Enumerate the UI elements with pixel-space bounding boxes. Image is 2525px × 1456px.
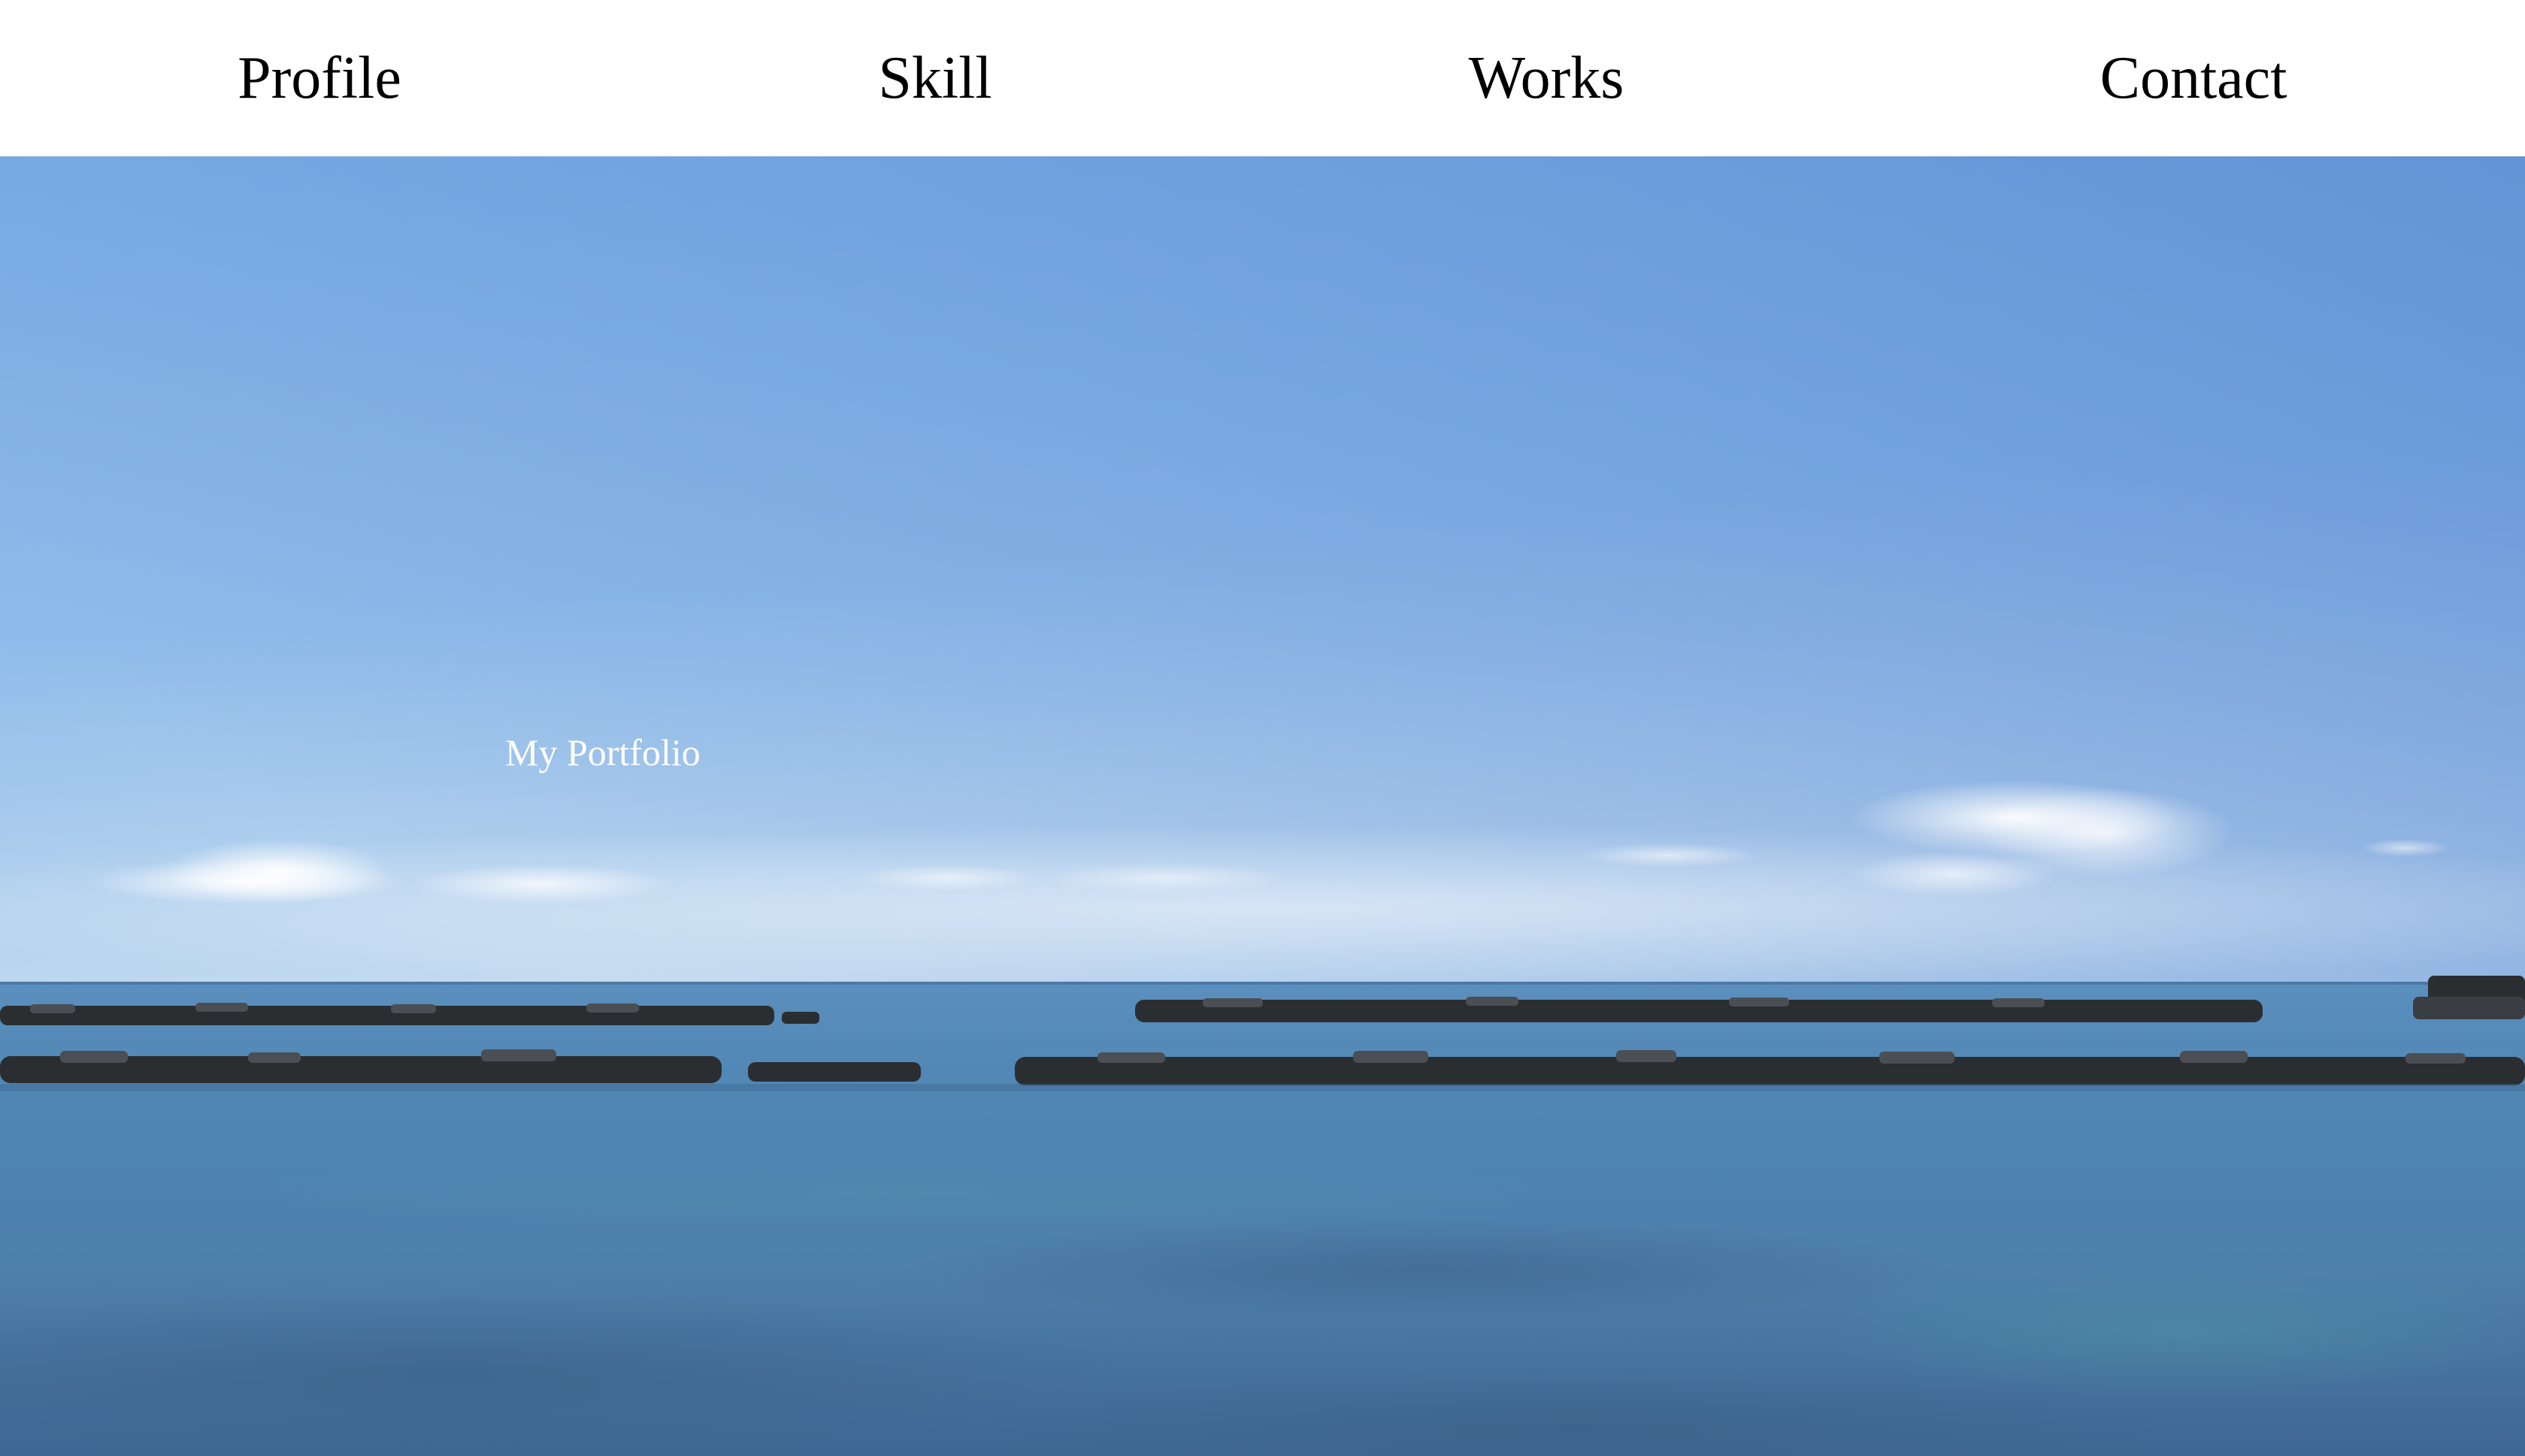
hero-section: My Portfolio (0, 156, 2525, 1456)
nav-link-contact[interactable]: Contact (2100, 0, 2287, 156)
nav-link-works[interactable]: Works (1469, 0, 1624, 156)
hero-title: My Portfolio (505, 731, 701, 773)
top-navigation: Profile Skill Works Contact (0, 0, 2525, 156)
hero-background-image (0, 156, 2525, 1456)
nav-link-skill[interactable]: Skill (878, 0, 992, 156)
nav-link-profile[interactable]: Profile (238, 0, 401, 156)
